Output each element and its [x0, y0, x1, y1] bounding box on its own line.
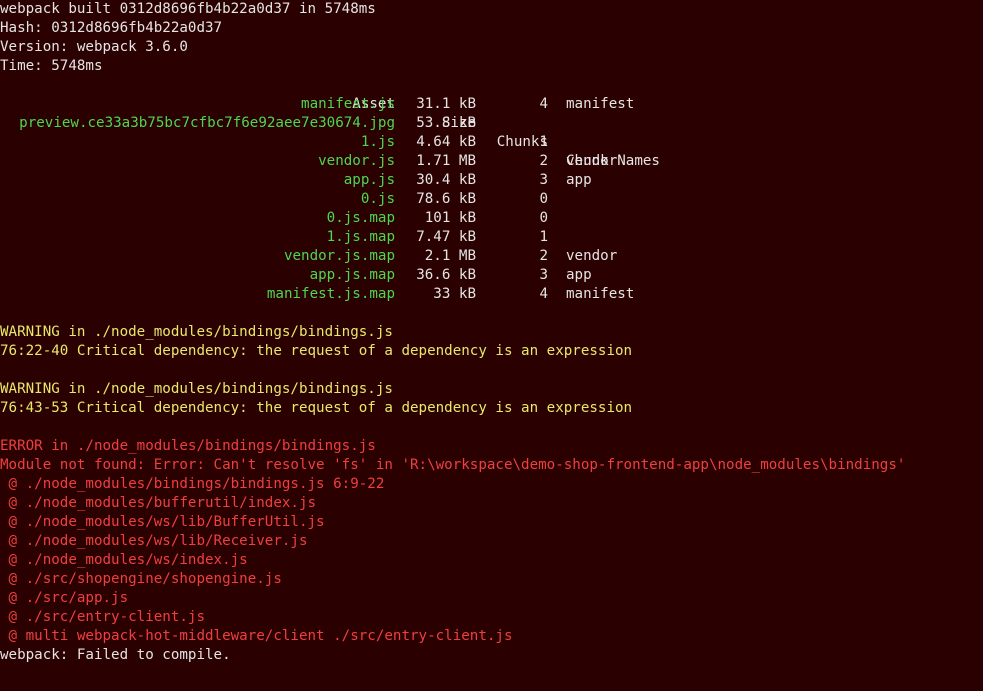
asset-chunks: 2 [539, 248, 548, 264]
asset-size: 30.4 kB [416, 172, 476, 188]
asset-size: 33 kB [433, 286, 476, 302]
error-trace-line: @ ./node_modules/ws/index.js [0, 552, 248, 568]
warning-title: WARNING in ./node_modules/bindings/bindi… [0, 324, 393, 340]
asset-chunk-names: vendor [566, 153, 618, 169]
asset-chunks: 1 [539, 229, 548, 245]
asset-chunks: 3 [539, 267, 548, 283]
terminal-output[interactable]: webpack built 0312d8696fb4b22a0d37 in 57… [0, 0, 983, 691]
asset-chunk-names: vendor [566, 248, 618, 264]
asset-row: 1.js 4.64 kB 1 [0, 133, 983, 152]
asset-chunks: 4 [539, 286, 548, 302]
asset-size: 53.8 kB [416, 115, 476, 131]
error-trace-line: @ ./node_modules/ws/lib/BufferUtil.js [0, 514, 325, 530]
asset-chunk-names: app [566, 267, 592, 283]
asset-table: Asset Size Chunks Chunk Names manifest.j… [0, 76, 983, 304]
asset-name: app.js.map [309, 267, 395, 283]
asset-chunk-names: app [566, 172, 592, 188]
asset-size: 36.6 kB [416, 267, 476, 283]
asset-size: 7.47 kB [416, 229, 476, 245]
asset-row: app.js.map 36.6 kB 3 app [0, 266, 983, 285]
error-trace-line: @ ./src/shopengine/shopengine.js [0, 571, 282, 587]
asset-chunks: 2 [539, 153, 548, 169]
asset-row: vendor.js.map 2.1 MB 2 vendor [0, 247, 983, 266]
asset-name: app.js [343, 172, 395, 188]
asset-rows: manifest.js 31.1 kB 4 manifest preview.ce33a… [0, 95, 983, 304]
asset-chunks: 0 [539, 191, 548, 207]
asset-chunks: 3 [539, 172, 548, 188]
asset-size: 1.71 MB [416, 153, 476, 169]
asset-chunk-names: manifest [566, 96, 635, 112]
error-title: ERROR in ./node_modules/bindings/binding… [0, 438, 376, 454]
warning-detail: 76:43-53 Critical dependency: the reques… [0, 400, 633, 416]
asset-row: 1.js.map 7.47 kB 1 [0, 228, 983, 247]
error-trace-line: @ ./src/entry-client.js [0, 609, 205, 625]
error-message: Module not found: Error: Can't resolve '… [0, 457, 906, 473]
version-line: Version: webpack 3.6.0 [0, 39, 188, 55]
error-trace-line: @ ./node_modules/bufferutil/index.js [0, 495, 317, 511]
asset-name: vendor.js.map [283, 248, 395, 264]
asset-row: 0.js.map 101 kB 0 [0, 209, 983, 228]
asset-row: manifest.js 31.1 kB 4 manifest [0, 95, 983, 114]
asset-row: 0.js 78.6 kB 0 [0, 190, 983, 209]
compile-status-line: webpack: Failed to compile. [0, 647, 231, 663]
asset-size: 101 kB [424, 210, 476, 226]
asset-size: 2.1 MB [424, 248, 476, 264]
asset-name: manifest.js [301, 96, 395, 112]
asset-name: 0.js [360, 191, 395, 207]
asset-name: manifest.js.map [266, 286, 395, 302]
error-trace-line: @ ./src/app.js [0, 590, 129, 606]
asset-row: manifest.js.map 33 kB 4 manifest [0, 285, 983, 304]
warning-detail: 76:22-40 Critical dependency: the reques… [0, 343, 633, 359]
asset-name: vendor.js [318, 153, 395, 169]
error-trace: @ ./node_modules/bindings/bindings.js 6:… [0, 475, 983, 646]
asset-row: app.js 30.4 kB 3 app [0, 171, 983, 190]
warning-title: WARNING in ./node_modules/bindings/bindi… [0, 381, 393, 397]
asset-chunks: 1 [539, 134, 548, 150]
asset-size: 31.1 kB [416, 96, 476, 112]
hash-line: Hash: 0312d8696fb4b22a0d37 [0, 20, 223, 36]
time-line: Time: 5748ms [0, 58, 103, 74]
asset-name: 0.js.map [326, 210, 395, 226]
asset-name: 1.js [360, 134, 395, 150]
asset-chunks: 0 [539, 210, 548, 226]
asset-row: vendor.js 1.71 MB 2 vendor [0, 152, 983, 171]
asset-row: preview.ce33a3b75bc7cfbc7f6e92aee7e30674… [0, 114, 983, 133]
asset-chunks: 4 [539, 96, 548, 112]
asset-name: 1.js.map [326, 229, 395, 245]
asset-table-header: Asset Size Chunks Chunk Names [0, 76, 983, 169]
error-trace-line: @ ./node_modules/bindings/bindings.js 6:… [0, 476, 385, 492]
asset-size: 4.64 kB [416, 134, 476, 150]
build-summary-line: webpack built 0312d8696fb4b22a0d37 in 57… [0, 1, 376, 17]
asset-chunk-names: manifest [566, 286, 635, 302]
error-trace-line: @ multi webpack-hot-middleware/client ./… [0, 628, 513, 644]
asset-name: preview.ce33a3b75bc7cfbc7f6e92aee7e30674… [19, 115, 395, 131]
error-trace-line: @ ./node_modules/ws/lib/Receiver.js [0, 533, 308, 549]
asset-size: 78.6 kB [416, 191, 476, 207]
